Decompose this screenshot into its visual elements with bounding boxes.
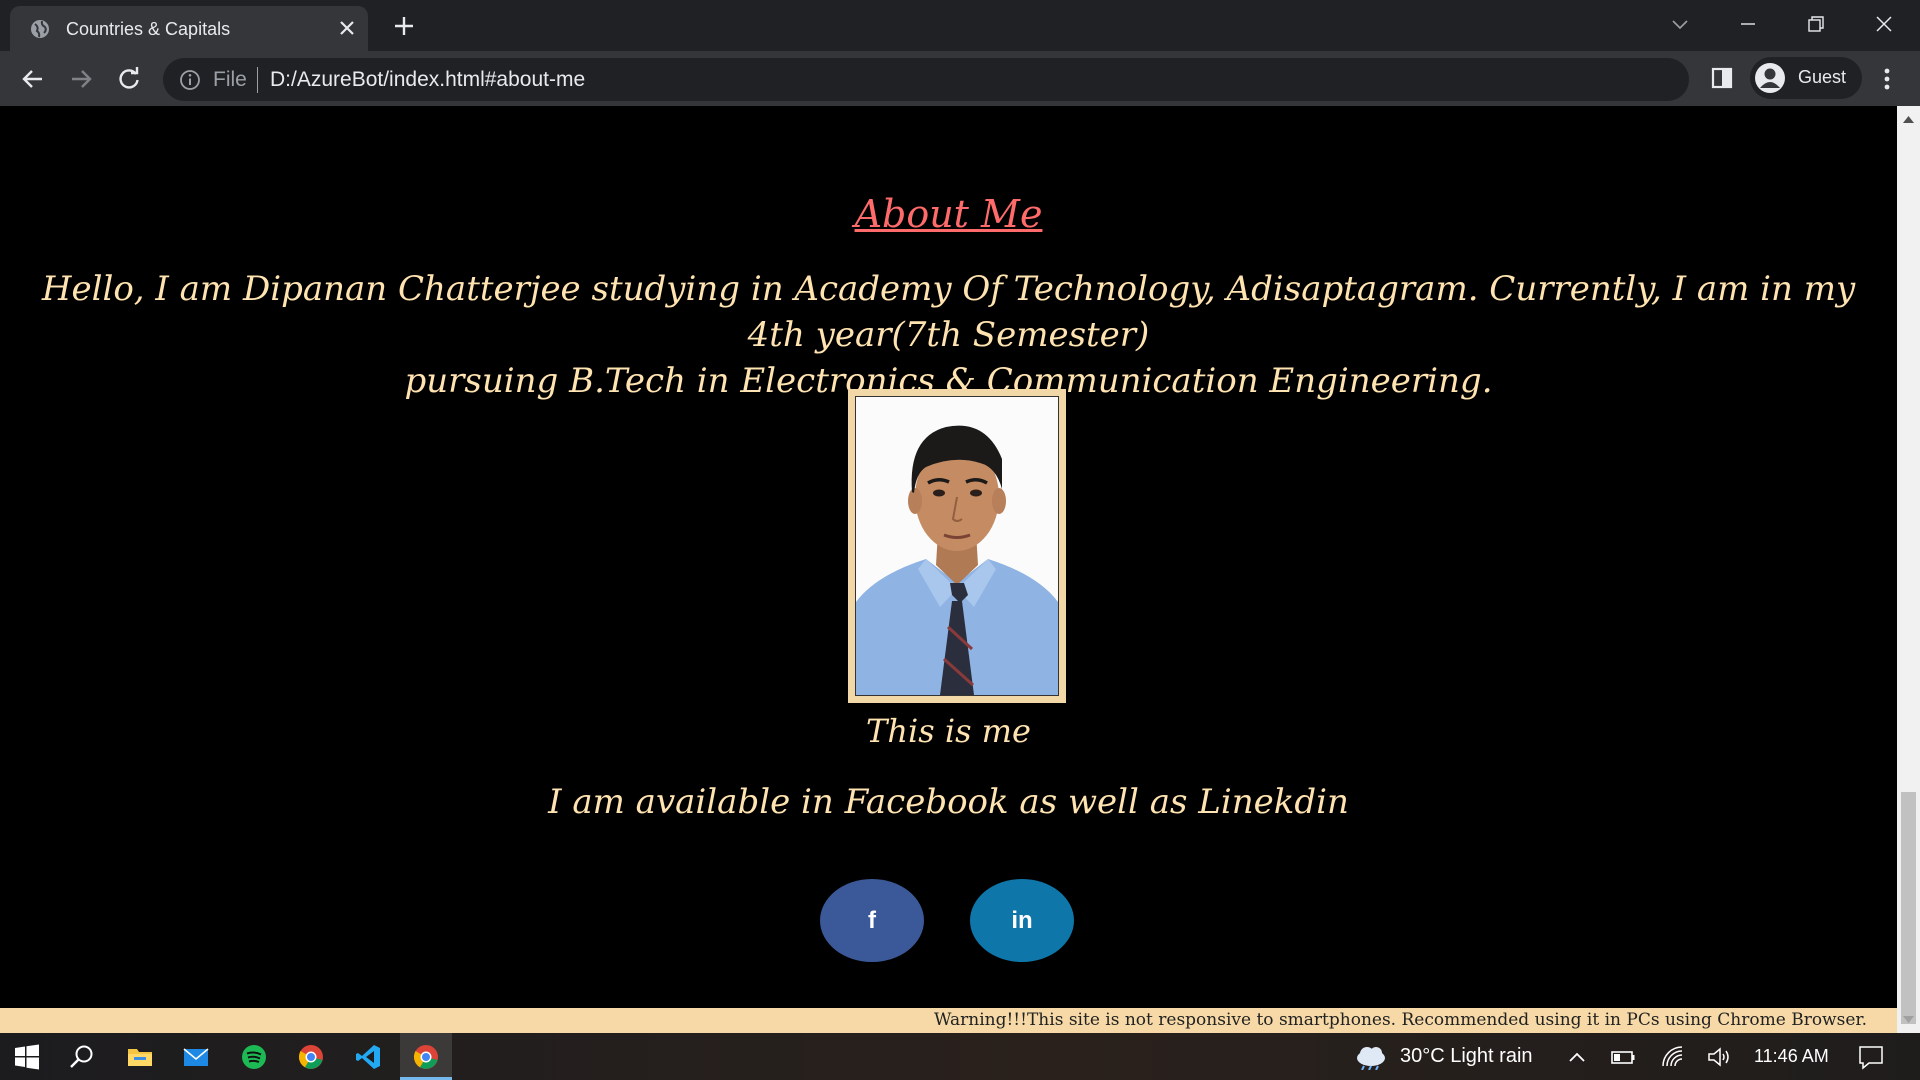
spotify-icon[interactable] [241, 1044, 267, 1070]
forward-icon[interactable] [67, 65, 95, 93]
browser-tab[interactable]: Countries & Capitals [10, 6, 368, 51]
linkedin-button[interactable]: in [970, 879, 1074, 962]
more-menu-icon[interactable] [1874, 65, 1900, 93]
notifications-icon[interactable] [1858, 1044, 1884, 1070]
restore-button[interactable] [1802, 10, 1830, 38]
scheme-label: File [213, 68, 247, 91]
volume-icon[interactable] [1706, 1044, 1732, 1070]
portrait-illustration [856, 397, 1058, 695]
chrome-icon[interactable] [298, 1044, 324, 1070]
profile-label: Guest [1798, 67, 1847, 87]
tab-strip: Countries & Capitals [0, 0, 1920, 51]
close-tab-icon[interactable] [336, 17, 358, 39]
globe-icon [31, 20, 49, 38]
battery-icon[interactable] [1610, 1044, 1636, 1070]
linkedin-icon: in [1011, 906, 1033, 934]
intro-paragraph: Hello, I am Dipanan Chatterjee studying … [40, 266, 1857, 404]
page-viewport: About Me Hello, I am Dipanan Chatterjee … [0, 106, 1897, 1033]
info-icon[interactable] [179, 69, 201, 91]
availability-text: I am available in Facebook as well as Li… [548, 782, 1349, 822]
scroll-thumb[interactable] [1901, 792, 1916, 1024]
address-bar[interactable]: File D:/AzureBot/index.html#about-me [163, 58, 1689, 101]
scrollbar[interactable] [1897, 106, 1920, 1033]
minimize-button[interactable] [1734, 10, 1762, 38]
search-icon[interactable] [69, 1044, 95, 1070]
vscode-icon[interactable] [355, 1044, 381, 1070]
page-title: About Me [854, 192, 1043, 236]
chrome-icon [413, 1045, 438, 1069]
scroll-down-icon[interactable] [1902, 1015, 1915, 1025]
photo-caption: This is me [866, 712, 1031, 750]
warning-text: Warning!!!This site is not responsive to… [934, 1010, 1868, 1030]
close-window-button[interactable] [1870, 10, 1898, 38]
scroll-up-icon[interactable] [1902, 114, 1915, 124]
windows-start-icon[interactable] [14, 1044, 40, 1070]
active-chrome-task[interactable] [400, 1033, 452, 1080]
side-panel-icon[interactable] [1710, 66, 1734, 90]
facebook-button[interactable]: f [820, 879, 924, 962]
new-tab-button[interactable] [392, 14, 416, 38]
facebook-icon: f [868, 906, 876, 934]
chevron-up-icon[interactable] [1564, 1044, 1590, 1070]
weather-cloud-icon[interactable] [1352, 1044, 1390, 1070]
taskbar: 30°C Light rain 11:46 AM [0, 1033, 1920, 1080]
weather-text[interactable]: 30°C Light rain [1400, 1045, 1533, 1068]
tab-title: Countries & Capitals [66, 19, 231, 39]
tab-search-icon[interactable] [1666, 10, 1694, 38]
file-explorer-icon[interactable] [127, 1044, 153, 1070]
avatar-icon [1755, 63, 1785, 93]
profile-photo [855, 396, 1059, 696]
clock[interactable]: 11:46 AM [1754, 1046, 1829, 1067]
url-text[interactable]: D:/AzureBot/index.html#about-me [270, 68, 585, 92]
divider [257, 67, 258, 93]
back-icon[interactable] [19, 65, 47, 93]
reload-icon[interactable] [115, 65, 143, 93]
intro-line-1: Hello, I am Dipanan Chatterjee studying … [41, 269, 1856, 355]
profile-button[interactable]: Guest [1750, 57, 1862, 99]
profile-photo-frame [848, 389, 1066, 703]
wifi-icon[interactable] [1660, 1044, 1686, 1070]
warning-banner: Warning!!!This site is not responsive to… [0, 1008, 1897, 1033]
mail-icon[interactable] [183, 1044, 209, 1070]
browser-toolbar: File D:/AzureBot/index.html#about-me Gue… [0, 51, 1920, 106]
